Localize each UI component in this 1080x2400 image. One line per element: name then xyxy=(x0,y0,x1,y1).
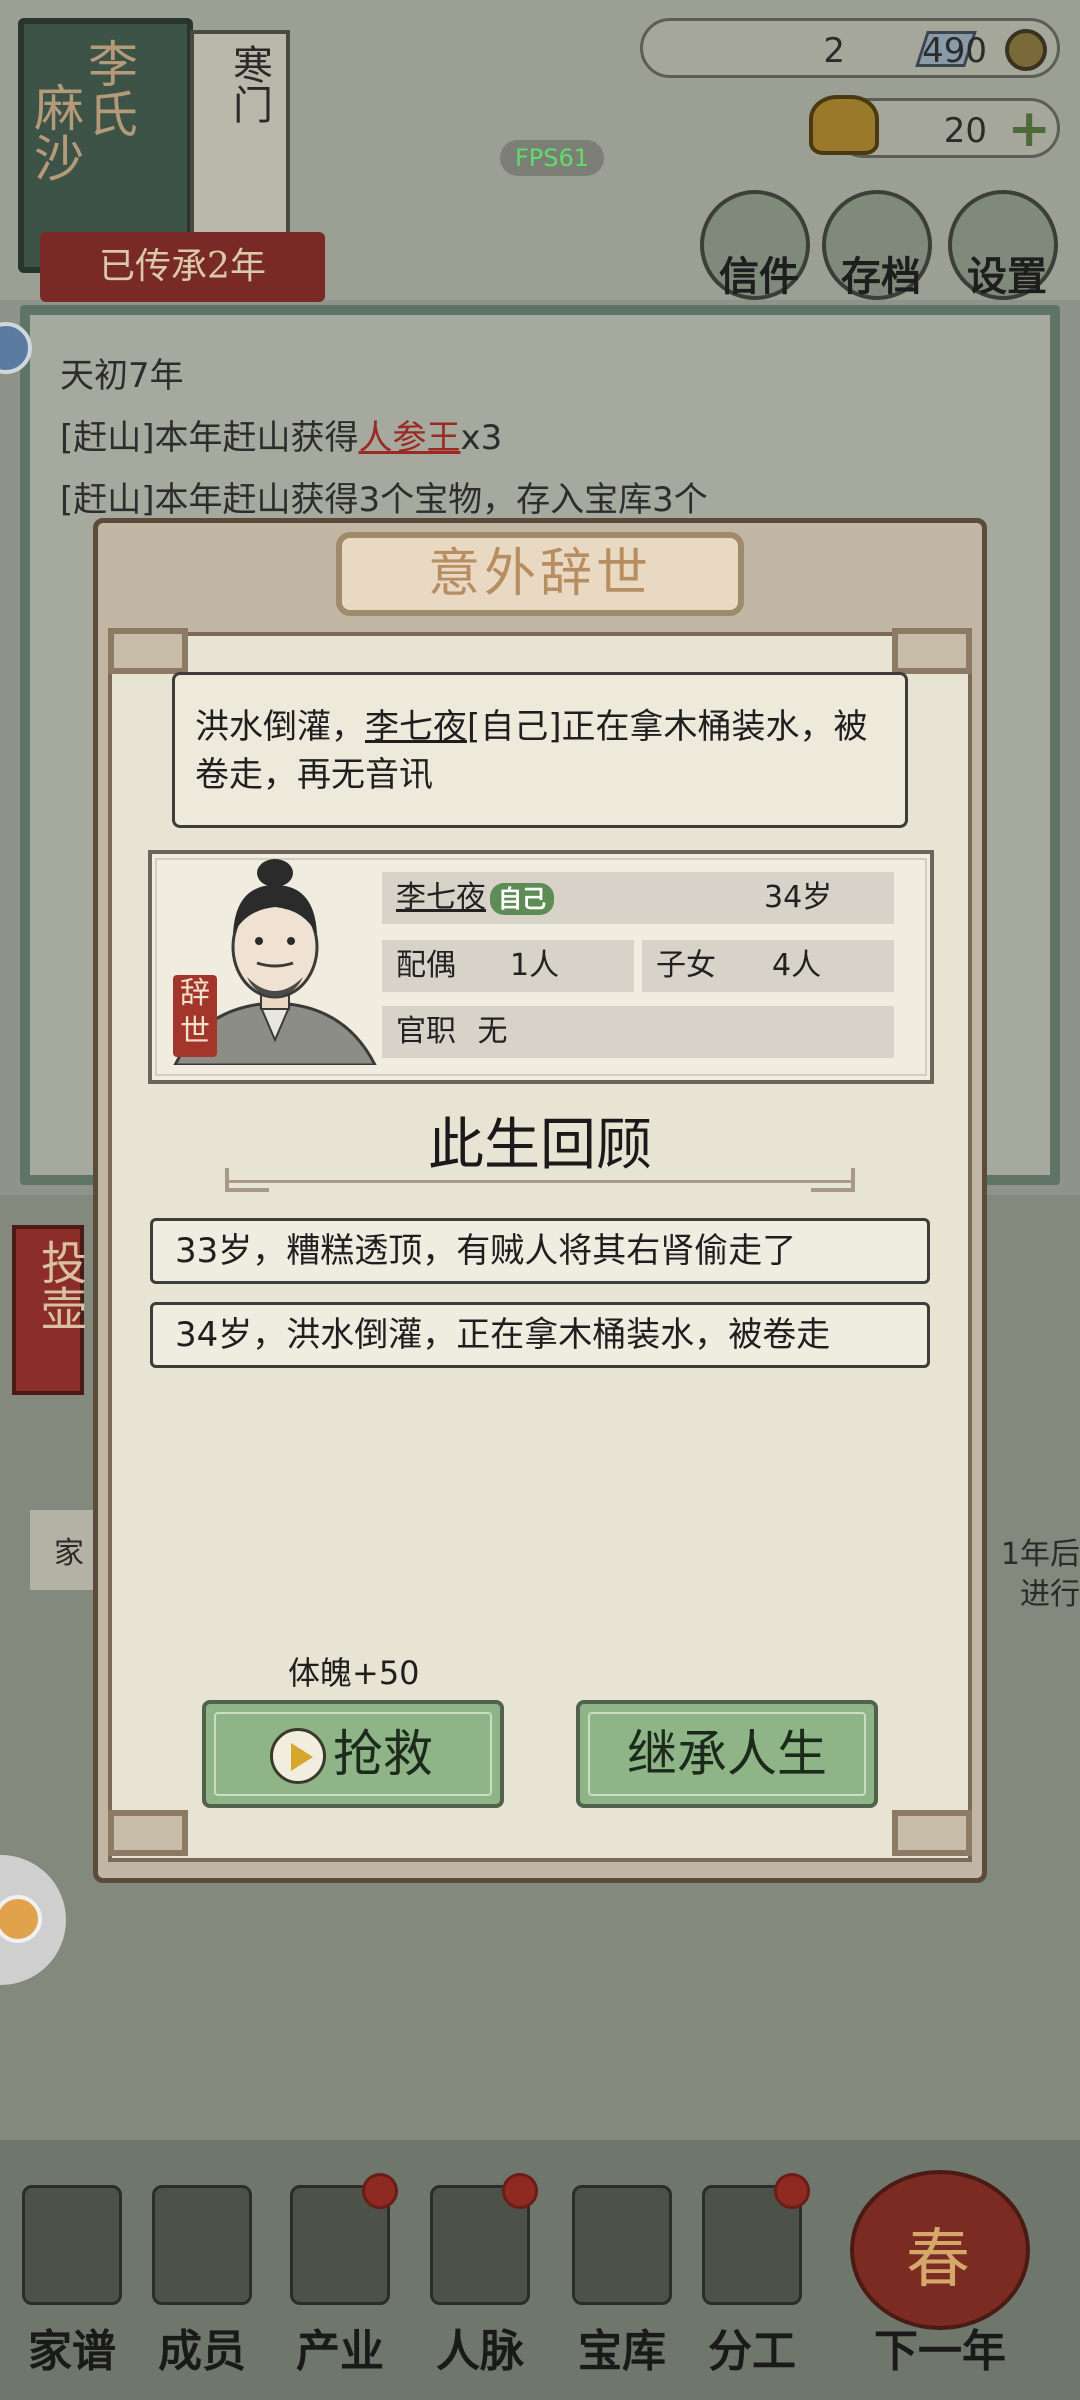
members-icon xyxy=(152,2185,252,2305)
char-name-row: 李七夜 自己 34岁 xyxy=(382,872,894,924)
children-row: 子女 4人 xyxy=(642,940,894,992)
notification-dot xyxy=(362,2173,398,2209)
log-year: 天初7年 xyxy=(60,356,184,396)
notification-dot xyxy=(502,2173,538,2209)
family-tree-icon xyxy=(22,2185,122,2305)
corner-ornament xyxy=(108,628,188,674)
save-label: 存档 xyxy=(841,253,921,300)
review-item: 33岁，糟糕透顶，有贼人将其右肾偷走了 xyxy=(150,1218,930,1284)
rescue-button[interactable]: 抢救 xyxy=(202,1700,504,1808)
inherit-life-button[interactable]: 继承人生 xyxy=(576,1700,878,1808)
letters-label: 信件 xyxy=(719,253,799,300)
heritage-ribbon: 已传承2年 xyxy=(40,232,325,302)
spouse-count: 1人 xyxy=(510,948,560,983)
coin-count: 490 xyxy=(922,31,987,71)
dialog-title: 意外辞世 xyxy=(336,532,744,616)
nav-members[interactable]: 成员 xyxy=(140,2185,264,2385)
char-name[interactable]: 李七夜 xyxy=(396,880,486,915)
death-message: 洪水倒灌，李七夜[自己]正在拿木桶装水，被卷走，再无音讯 xyxy=(172,672,908,828)
silver-count: 2 xyxy=(823,31,845,71)
review-divider xyxy=(225,1180,855,1183)
office-value: 无 xyxy=(477,1014,508,1049)
corner-ornament xyxy=(892,628,972,674)
char-age: 34岁 xyxy=(764,880,833,915)
letters-button[interactable]: 信件 xyxy=(700,190,810,300)
gold-count: 20 xyxy=(943,111,987,151)
left-fragment: 家 xyxy=(30,1510,100,1590)
spouse-row: 配偶 1人 xyxy=(382,940,634,992)
log-item-name[interactable]: 人参王 xyxy=(359,418,461,458)
divider-hook-left xyxy=(225,1168,269,1192)
divider-hook-right xyxy=(811,1168,855,1192)
right-fragment: 1年后 进行 xyxy=(1000,1537,1080,1612)
add-gold-icon[interactable]: + xyxy=(1007,103,1051,155)
settings-button[interactable]: 设置 xyxy=(948,190,1058,300)
gold-bar: 20 + xyxy=(809,95,1060,158)
clan-name: 李氏 xyxy=(80,38,138,138)
notification-dot xyxy=(774,2173,810,2209)
event-log: 天初7年 [赶山]本年赶山获得人参王x3 [赶山]本年赶山获得3个宝物，存入宝库… xyxy=(60,345,1020,531)
save-button[interactable]: 存档 xyxy=(822,190,932,300)
settings-label: 设置 xyxy=(967,253,1047,300)
deceased-seal: 辞世 xyxy=(173,975,217,1057)
side-tag-touhu[interactable]: 投壶 xyxy=(12,1225,88,1395)
review-title: 此生回顾 xyxy=(428,1113,652,1178)
treasury-icon xyxy=(572,2185,672,2305)
clan-rank-page: 寒门 xyxy=(190,30,290,240)
spouse-name: 麻沙 xyxy=(26,82,84,182)
corner-ornament xyxy=(108,1810,188,1856)
children-count: 4人 xyxy=(772,948,822,983)
self-badge: 自己 xyxy=(490,882,554,915)
play-video-icon xyxy=(270,1728,326,1784)
nav-family-tree[interactable]: 家谱 xyxy=(10,2185,134,2385)
clan-rank: 寒门 xyxy=(226,44,272,124)
coin-icon xyxy=(1005,29,1047,71)
nav-industry[interactable]: 产业 xyxy=(278,2173,402,2385)
log-line: [赶山]本年赶山获得人参王x3 xyxy=(60,418,503,458)
currency-bar: 2 490 xyxy=(640,18,1060,78)
nav-network[interactable]: 人脉 xyxy=(418,2173,542,2385)
office-row: 官职 无 xyxy=(382,1006,894,1058)
gold-ingot-icon xyxy=(809,95,879,155)
rescue-bonus: 体魄+50 xyxy=(288,1654,420,1692)
fps-counter: FPS61 xyxy=(500,140,604,176)
heritage-label: 已传承2年 xyxy=(99,246,266,287)
corner-ornament xyxy=(892,1810,972,1856)
assistant-icon xyxy=(0,1895,42,1943)
nav-treasury[interactable]: 宝库 xyxy=(560,2185,684,2385)
nav-next-year[interactable]: 下一年 xyxy=(850,2185,1030,2385)
nav-division[interactable]: 分工 xyxy=(690,2173,814,2385)
character-name-link[interactable]: 李七夜 xyxy=(365,707,467,747)
review-item: 34岁，洪水倒灌，正在拿木桶装水，被卷走 xyxy=(150,1302,930,1368)
